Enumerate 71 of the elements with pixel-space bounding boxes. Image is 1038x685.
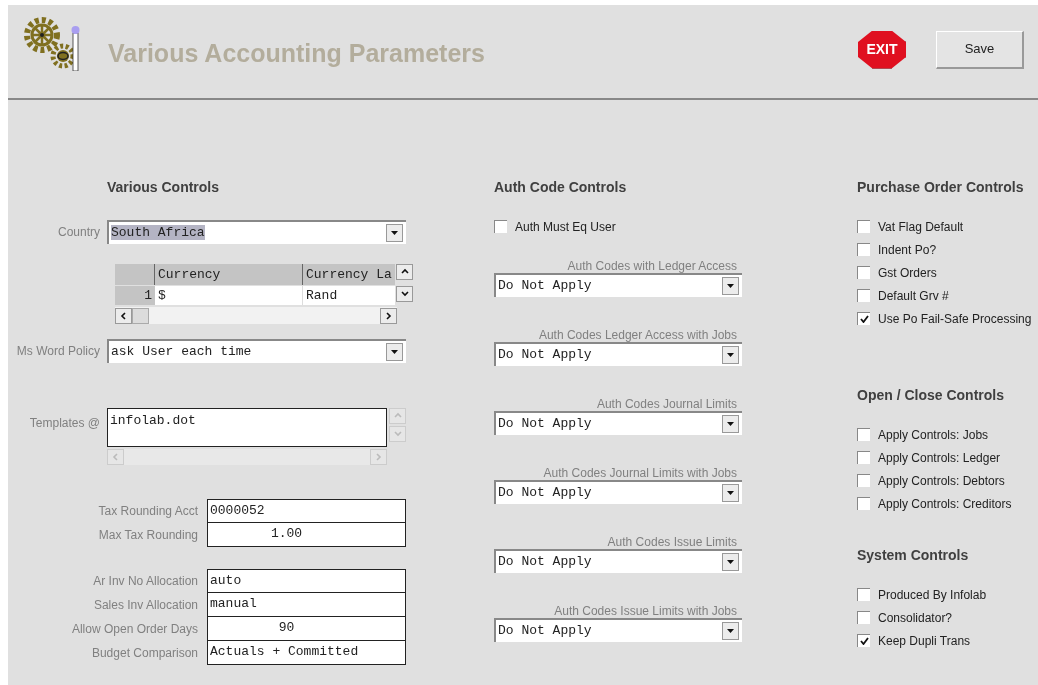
field-label: Auth Codes Issue Limits	[606, 534, 737, 549]
dropdown-field[interactable]: South Africa	[107, 220, 406, 244]
checkbox-label[interactable]: Apply Controls: Creditors	[878, 494, 1012, 513]
table-cell: $	[155, 286, 303, 305]
row-number: 1	[115, 286, 155, 305]
dropdown-field[interactable]: Do Not Apply	[494, 411, 742, 435]
checkbox[interactable]	[857, 451, 870, 464]
checkbox-label[interactable]: Consolidator?	[878, 608, 953, 627]
text-field[interactable]: 0000052	[207, 499, 406, 523]
checkbox[interactable]	[857, 220, 870, 233]
section-heading: Open / Close Controls	[857, 386, 1005, 405]
text-field[interactable]: 1.00	[207, 523, 406, 547]
checkbox[interactable]	[857, 634, 870, 647]
checkbox[interactable]	[857, 289, 870, 302]
checkbox-label[interactable]: Produced By Infolab	[878, 585, 987, 604]
checkbox[interactable]	[857, 312, 870, 325]
checkbox[interactable]	[494, 220, 507, 233]
checkbox-label[interactable]: Use Po Fail-Safe Processing	[878, 309, 1032, 328]
checkbox-label[interactable]: Indent Po?	[878, 240, 937, 259]
dropdown-field[interactable]: ask User each time	[107, 339, 406, 363]
text-field[interactable]: 90	[207, 617, 406, 641]
checkbox[interactable]	[857, 243, 870, 256]
text-field[interactable]: manual	[207, 593, 406, 617]
grid-corner	[115, 264, 155, 285]
checkbox-label[interactable]: Gst Orders	[878, 263, 937, 282]
field-label: Allow Open Order Days	[70, 621, 198, 638]
exit-button[interactable]: EXIT	[858, 30, 906, 69]
field-label: Max Tax Rounding	[97, 527, 198, 544]
dropdown-field[interactable]: Do Not Apply	[494, 273, 742, 297]
section-heading: Purchase Order Controls	[857, 178, 1025, 197]
field-label: Tax Rounding Acct	[97, 503, 198, 520]
checkbox-label[interactable]: Apply Controls: Debtors	[878, 471, 1005, 490]
page-title: Various Accounting Parameters	[108, 37, 485, 69]
dropdown-field[interactable]: Do Not Apply	[494, 480, 742, 504]
table-cell: Rand	[303, 286, 395, 305]
checkbox-label[interactable]: Vat Flag Default	[878, 217, 964, 236]
column-header[interactable]: Currency	[155, 264, 303, 285]
section-heading: Various Controls	[107, 178, 221, 197]
checkbox-label[interactable]: Keep Dupli Trans	[878, 631, 971, 650]
field-label: Country	[56, 224, 100, 241]
checkbox[interactable]	[857, 266, 870, 279]
checkbox[interactable]	[857, 497, 870, 510]
checkbox[interactable]	[857, 428, 870, 441]
field-label: Ar Inv No Allocation	[92, 573, 198, 590]
scroll-thumb[interactable]	[132, 307, 149, 324]
text-field[interactable]: Actuals + Committed	[207, 641, 406, 665]
section-heading: System Controls	[857, 546, 970, 565]
field-label: Auth Codes Issue Limits with Jobs	[553, 603, 737, 618]
checkbox-label[interactable]: Auth Must Eq User	[515, 217, 616, 236]
text-field[interactable]: auto	[207, 569, 406, 593]
field-label: Auth Codes Ledger Access with Jobs	[537, 327, 737, 342]
templates-text-field[interactable]: infolab.dot	[107, 408, 387, 447]
field-label: Ms Word Policy	[15, 343, 100, 360]
checkbox[interactable]	[857, 474, 870, 487]
dropdown-field[interactable]: Do Not Apply	[494, 618, 742, 642]
column-header[interactable]: Currency La	[303, 264, 395, 285]
field-label: Auth Codes Journal Limits	[595, 396, 737, 411]
dropdown-field[interactable]: Do Not Apply	[494, 342, 742, 366]
checkbox[interactable]	[857, 588, 870, 601]
checkbox-label[interactable]: Apply Controls: Ledger	[878, 448, 1001, 467]
dropdown-field[interactable]: Do Not Apply	[494, 549, 742, 573]
field-label: Auth Codes Journal Limits with Jobs	[542, 465, 737, 480]
field-label: Templates @	[28, 415, 100, 432]
checkbox[interactable]	[857, 611, 870, 624]
field-label: Budget Comparison	[90, 645, 198, 662]
field-label: Auth Codes with Ledger Access	[566, 258, 737, 273]
field-label: Sales Inv Allocation	[92, 597, 198, 614]
save-button[interactable]: Save	[936, 30, 1024, 69]
checkbox-label[interactable]: Default Grv #	[878, 286, 949, 305]
checkbox-label[interactable]: Apply Controls: Jobs	[878, 425, 989, 444]
section-heading: Auth Code Controls	[494, 178, 628, 197]
